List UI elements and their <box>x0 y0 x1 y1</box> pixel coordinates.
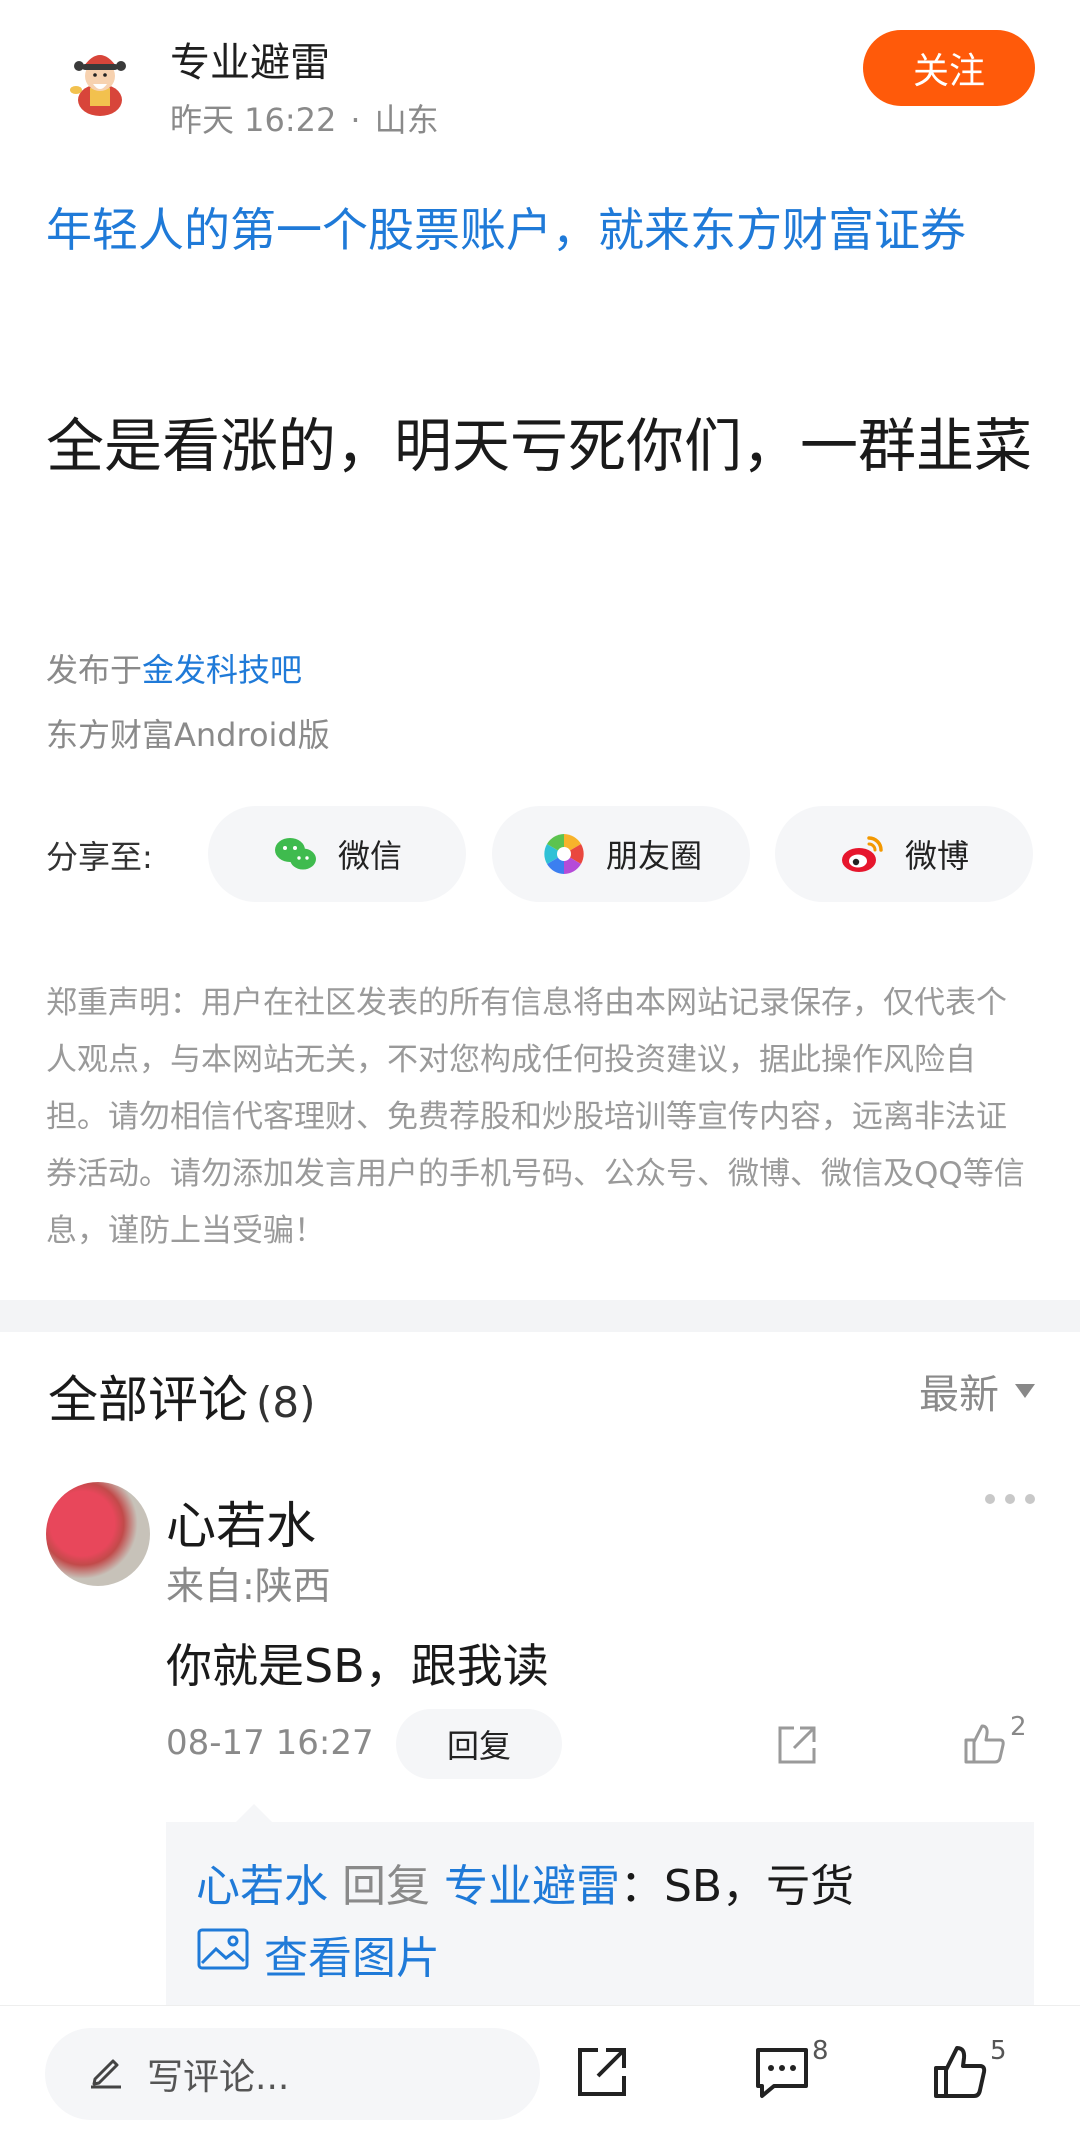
write-comment-placeholder: 写评论... <box>147 2057 290 2098</box>
post-body: 全是看涨的，明天亏死你们，一群韭菜 <box>46 412 1033 480</box>
more-options-icon[interactable] <box>985 1494 1035 1504</box>
section-divider <box>0 1300 1080 1332</box>
image-icon <box>196 1927 250 1982</box>
published-prefix: 发布于 <box>46 651 143 689</box>
sub-reply-box: 心若水 回复 专业避雷：SB，亏货 查看图片 <box>166 1804 1034 2017</box>
comment-text: 你就是SB，跟我读 <box>166 1639 549 1693</box>
comments-title: 全部评论 (8) <box>48 1360 316 1432</box>
share-icon[interactable] <box>572 2042 632 2102</box>
sub-reply-from[interactable]: 心若水 <box>196 1861 328 1912</box>
commenter-name[interactable]: 心若水 <box>166 1486 316 1558</box>
bar-link[interactable]: 金发科技吧 <box>142 651 302 689</box>
pencil-icon <box>87 2051 125 2098</box>
wechat-icon <box>272 830 320 878</box>
like-count: 5 <box>990 2036 1007 2066</box>
sub-reply-line: 心若水 回复 专业避雷：SB，亏货 <box>196 1850 854 1914</box>
comment-icon[interactable] <box>752 2042 812 2102</box>
thumbs-up-icon[interactable] <box>960 1720 1008 1768</box>
sort-dropdown[interactable]: 最新 <box>919 1362 1035 1420</box>
post-source: 东方财富Android版 <box>46 716 330 754</box>
promo-title-link[interactable]: 年轻人的第一个股票账户，就来东方财富证券 <box>46 190 1036 270</box>
post-page: 专业避雷 昨天 16:22 · 山东 关注 年轻人的第一个股票账户，就来东方财富证券… <box>0 0 1080 2130</box>
chevron-down-icon <box>1015 1384 1035 1398</box>
sub-reply-to[interactable]: 专业避雷 <box>444 1861 620 1912</box>
comments-title-label: 全部评论 <box>48 1371 248 1429</box>
share-weibo-button[interactable]: 微博 <box>775 806 1033 902</box>
share-label: 分享至: <box>46 838 153 876</box>
share-wechat-label: 微信 <box>337 837 402 875</box>
sort-label: 最新 <box>919 1372 999 1418</box>
post-time: 昨天 16:22 <box>170 101 337 139</box>
commenter-avatar[interactable] <box>46 1482 150 1586</box>
post-meta: 昨天 16:22 · 山东 <box>170 95 439 141</box>
share-moments-button[interactable]: 朋友圈 <box>492 806 750 902</box>
published-in: 发布于金发科技吧 <box>46 645 302 691</box>
share-icon[interactable] <box>774 1722 820 1768</box>
commenter-location: 来自:陕西 <box>166 1564 331 1608</box>
share-wechat-button[interactable]: 微信 <box>208 806 466 902</box>
sub-reply-text: ：SB，亏货 <box>620 1861 855 1912</box>
reply-button[interactable]: 回复 <box>396 1709 562 1779</box>
write-comment-input[interactable]: 写评论... <box>45 2028 540 2120</box>
author-avatar[interactable] <box>60 40 140 120</box>
share-weibo-label: 微博 <box>904 837 969 875</box>
meta-separator: · <box>350 101 361 139</box>
weibo-icon <box>839 830 887 878</box>
sub-reply-verb: 回复 <box>342 1861 430 1912</box>
follow-button[interactable]: 关注 <box>863 30 1035 106</box>
disclaimer-text: 郑重声明：用户在社区发表的所有信息将由本网站记录保存，仅代表个人观点，与本网站无… <box>46 985 1025 1249</box>
moments-icon <box>540 830 588 878</box>
comment-like-count: 2 <box>1010 1712 1027 1742</box>
thumbs-up-icon[interactable] <box>930 2042 990 2102</box>
share-moments-label: 朋友圈 <box>605 837 702 875</box>
post-location: 山东 <box>374 101 439 139</box>
comments-count: (8) <box>256 1378 316 1427</box>
bottom-action-bar: 写评论... 8 5 <box>0 2005 1080 2130</box>
view-image-label: 查看图片 <box>264 1933 440 1984</box>
comment-time: 08-17 16:27 <box>166 1723 374 1763</box>
comment-count: 8 <box>812 2036 829 2066</box>
author-name[interactable]: 专业避雷 <box>170 30 330 88</box>
view-image-link[interactable]: 查看图片 <box>196 1922 440 1986</box>
